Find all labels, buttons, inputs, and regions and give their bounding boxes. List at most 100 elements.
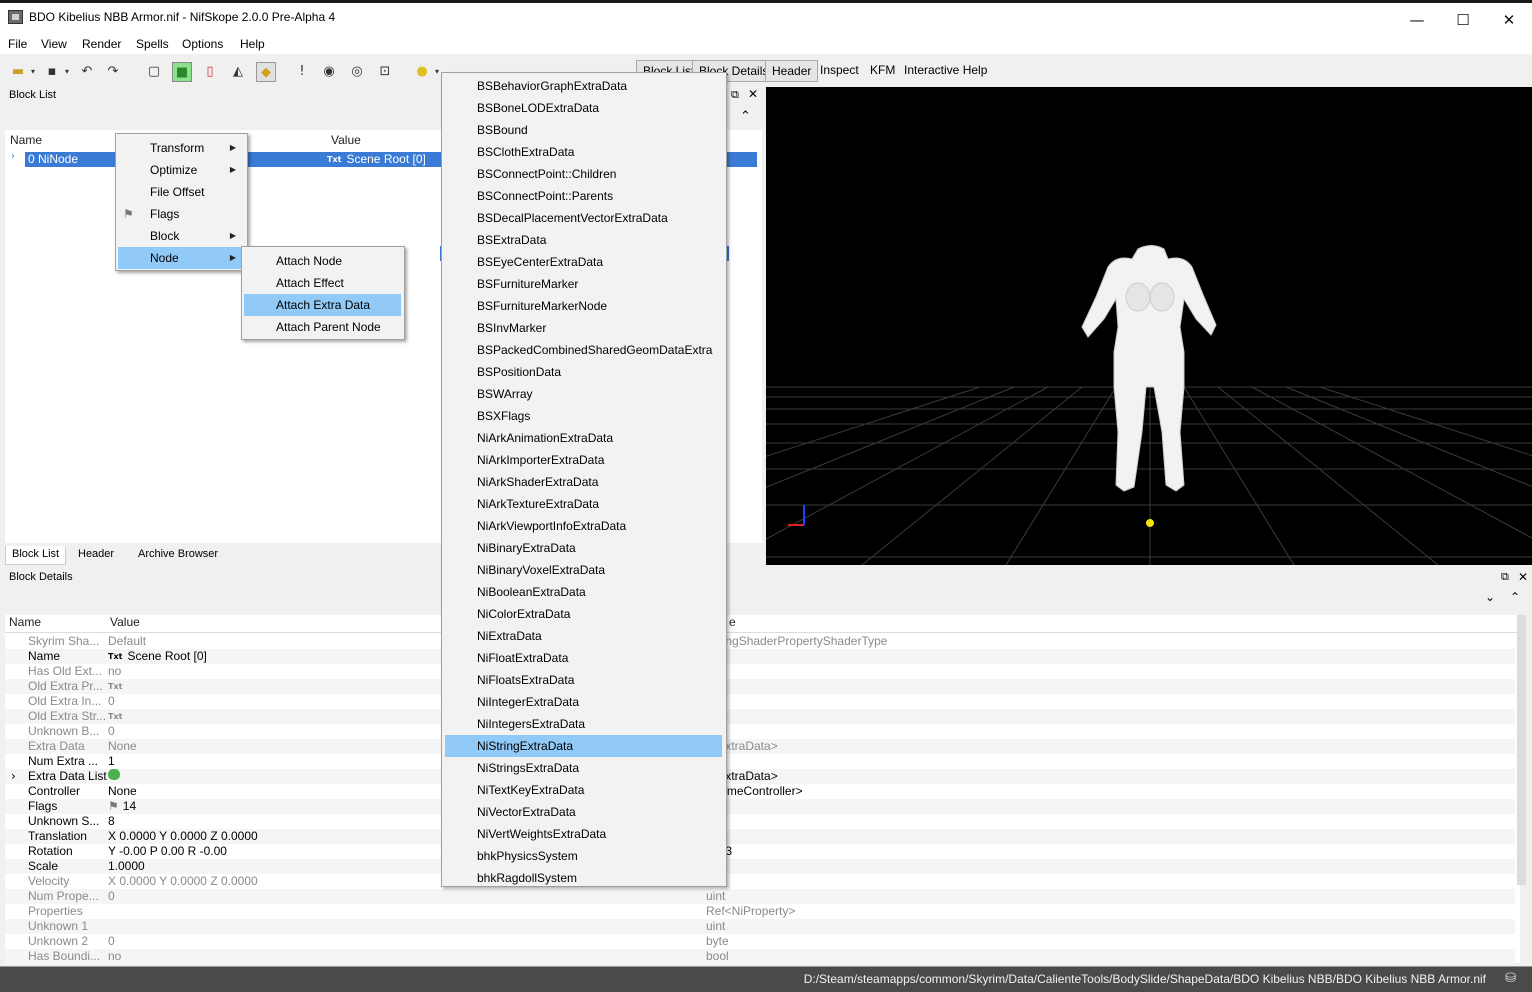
table-row[interactable]: Has Boundi... no bool	[5, 949, 1515, 964]
extra-data-menu-item[interactable]: BSConnectPoint::Children	[445, 163, 722, 185]
extra-data-menu-item[interactable]: NiBinaryExtraData	[445, 537, 722, 559]
table-row[interactable]: Unknown 1 uint	[5, 919, 1515, 934]
menu-item-transform[interactable]: Transform ▶	[118, 137, 246, 159]
redo-icon[interactable]: ↷	[103, 62, 123, 82]
menu-options[interactable]: Options	[182, 37, 223, 51]
table-row[interactable]: Num Extra ... 1	[5, 754, 1515, 769]
tab-archive-browser[interactable]: Archive Browser	[132, 546, 224, 565]
menu-spells[interactable]: Spells	[136, 37, 169, 51]
menu-item-node[interactable]: Node ▶	[118, 247, 246, 269]
chevron-down-icon[interactable]: ▾	[57, 62, 77, 82]
extra-data-menu-item[interactable]: BSWArray	[445, 383, 722, 405]
extra-data-menu-item[interactable]: NiTextKeyExtraData	[445, 779, 722, 801]
tab-kfm-toggle[interactable]: KFM	[864, 60, 901, 82]
menu-item-attach-effect[interactable]: Attach Effect	[244, 272, 401, 294]
extra-data-menu-item[interactable]: NiFloatExtraData	[445, 647, 722, 669]
render-viewport[interactable]	[766, 87, 1532, 565]
menu-item-flags[interactable]: ⚑ Flags	[118, 203, 246, 225]
tab-header[interactable]: Header	[72, 546, 120, 565]
show-markers-icon[interactable]: ◎	[347, 62, 367, 82]
extra-data-menu-item[interactable]: BSBehaviorGraphExtraData	[445, 75, 722, 97]
extra-data-menu-item[interactable]: NiStringsExtraData	[445, 757, 722, 779]
extra-data-menu-item[interactable]: NiArkAnimationExtraData	[445, 427, 722, 449]
flip-icon[interactable]: ◭	[228, 62, 248, 82]
block-list-col-name[interactable]: Name	[10, 133, 42, 147]
menu-item-block[interactable]: Block ▶	[118, 225, 246, 247]
perspective-cube-icon[interactable]: ◆	[256, 62, 276, 82]
table-row[interactable]: Old Extra Pr...Txtg	[5, 679, 1515, 694]
close-panel-icon[interactable]: ✕	[748, 87, 758, 101]
view-top-icon[interactable]: ■	[172, 62, 192, 82]
collapse-up-icon[interactable]: ⌃	[740, 109, 751, 124]
table-row[interactable]: Old Extra In... 0	[5, 694, 1515, 709]
view-side-icon[interactable]: ▯	[200, 62, 220, 82]
menu-help[interactable]: Help	[240, 37, 265, 51]
tab-header-toggle[interactable]: Header	[765, 60, 819, 82]
extra-data-menu-item[interactable]: NiIntegersExtraData	[445, 713, 722, 735]
extra-data-menu-item[interactable]: NiStringExtraData	[445, 735, 722, 757]
show-hidden-icon[interactable]: ◉	[319, 62, 339, 82]
extra-data-menu-item[interactable]: NiArkViewportInfoExtraData	[445, 515, 722, 537]
table-row[interactable]: Has Old Ext... no	[5, 664, 1515, 679]
extra-data-menu-item[interactable]: BSPositionData	[445, 361, 722, 383]
table-row[interactable]: Unknown B... 0	[5, 724, 1515, 739]
extra-data-menu-item[interactable]: NiVertWeightsExtraData	[445, 823, 722, 845]
extra-data-menu-item[interactable]: BSPackedCombinedSharedGeomDataExtra	[445, 339, 722, 361]
menu-item-attach-extra-data[interactable]: Attach Extra Data	[244, 294, 401, 316]
details-scrollbar[interactable]	[1517, 615, 1526, 885]
extra-data-menu-item[interactable]: BSFurnitureMarker	[445, 273, 722, 295]
details-col-name[interactable]: Name	[9, 615, 41, 629]
table-row[interactable]: Unknown S...8ort	[5, 814, 1515, 829]
extra-data-menu-item[interactable]: BSBound	[445, 119, 722, 141]
extra-data-menu-item[interactable]: NiFloatsExtraData	[445, 669, 722, 691]
extra-data-menu-item[interactable]: NiArkImporterExtraData	[445, 449, 722, 471]
walk-mode-icon[interactable]: !	[292, 62, 312, 82]
extra-data-menu-item[interactable]: BSDecalPlacementVectorExtraData	[445, 207, 722, 229]
extra-data-menu-item[interactable]: BSInvMarker	[445, 317, 722, 339]
table-row[interactable]: RotationY -0.00 P 0.00 R -0.00rix33	[5, 844, 1515, 859]
close-panel-icon[interactable]: ✕	[1518, 570, 1528, 584]
extra-data-menu-item[interactable]: NiExtraData	[445, 625, 722, 647]
table-row[interactable]: Num Prope... 0 uint	[5, 889, 1515, 904]
extra-data-menu-item[interactable]: BSEyeCenterExtraData	[445, 251, 722, 273]
extra-data-menu-item[interactable]: NiArkShaderExtraData	[445, 471, 722, 493]
screenshot-icon[interactable]: ⊡	[375, 62, 395, 82]
tab-inspect-toggle[interactable]: Inspect	[814, 60, 865, 82]
table-row[interactable]: Old Extra Str...Txtg	[5, 709, 1515, 724]
extra-data-menu-item[interactable]: BSBoneLODExtraData	[445, 97, 722, 119]
menu-item-attach-parent-node[interactable]: Attach Parent Node	[244, 316, 401, 338]
extra-data-menu-item[interactable]: NiBinaryVoxelExtraData	[445, 559, 722, 581]
table-row[interactable]: Unknown 2 0 byte	[5, 934, 1515, 949]
details-col-type[interactable]: e	[729, 615, 736, 629]
extra-data-menu-item[interactable]: BSFurnitureMarkerNode	[445, 295, 722, 317]
table-row[interactable]: NameTxtScene Root [0]g	[5, 649, 1515, 664]
close-button[interactable]: ✕	[1486, 6, 1532, 34]
status-icon[interactable]: ⛁	[1505, 971, 1516, 986]
table-row[interactable]: VelocityX 0.0000 Y 0.0000 Z 0.0000or3	[5, 874, 1515, 889]
float-panel-icon[interactable]: ⧉	[731, 88, 739, 102]
table-row[interactable]: Controller None NiTimeController>	[5, 784, 1515, 799]
extra-data-menu-item[interactable]: BSExtraData	[445, 229, 722, 251]
minimize-button[interactable]: —	[1394, 6, 1440, 34]
chevron-down-icon[interactable]: ▾	[23, 62, 43, 82]
extra-data-menu-item[interactable]: NiColorExtraData	[445, 603, 722, 625]
extra-data-menu-item[interactable]: NiArkTextureExtraData	[445, 493, 722, 515]
expand-all-icon[interactable]: ⌄	[1485, 590, 1495, 604]
menu-item-file-offset[interactable]: File Offset	[118, 181, 246, 203]
table-row[interactable]: › Extra Data List NiExtraData>	[5, 769, 1515, 784]
details-col-value[interactable]: Value	[110, 615, 140, 629]
table-row[interactable]: Properties Ref<NiProperty>	[5, 904, 1515, 919]
tab-block-list[interactable]: Block List	[5, 546, 67, 565]
view-front-icon[interactable]: ▢	[144, 62, 164, 82]
extra-data-menu-item[interactable]: bhkRagdollSystem	[445, 867, 722, 889]
collapse-all-icon[interactable]: ⌃	[1510, 590, 1520, 604]
menu-item-attach-node[interactable]: Attach Node	[244, 250, 401, 272]
menu-item-optimize[interactable]: Optimize ▶	[118, 159, 246, 181]
maximize-button[interactable]: ☐	[1440, 6, 1486, 34]
table-row[interactable]: Flags⚑14s	[5, 799, 1515, 814]
extra-data-menu-item[interactable]: bhkPhysicsSystem	[445, 845, 722, 867]
extra-data-menu-item[interactable]: BSConnectPoint::Parents	[445, 185, 722, 207]
table-row[interactable]: Scale 1.0000	[5, 859, 1515, 874]
viewport-canvas[interactable]	[766, 87, 1532, 565]
extra-data-menu-item[interactable]: BSXFlags	[445, 405, 722, 427]
